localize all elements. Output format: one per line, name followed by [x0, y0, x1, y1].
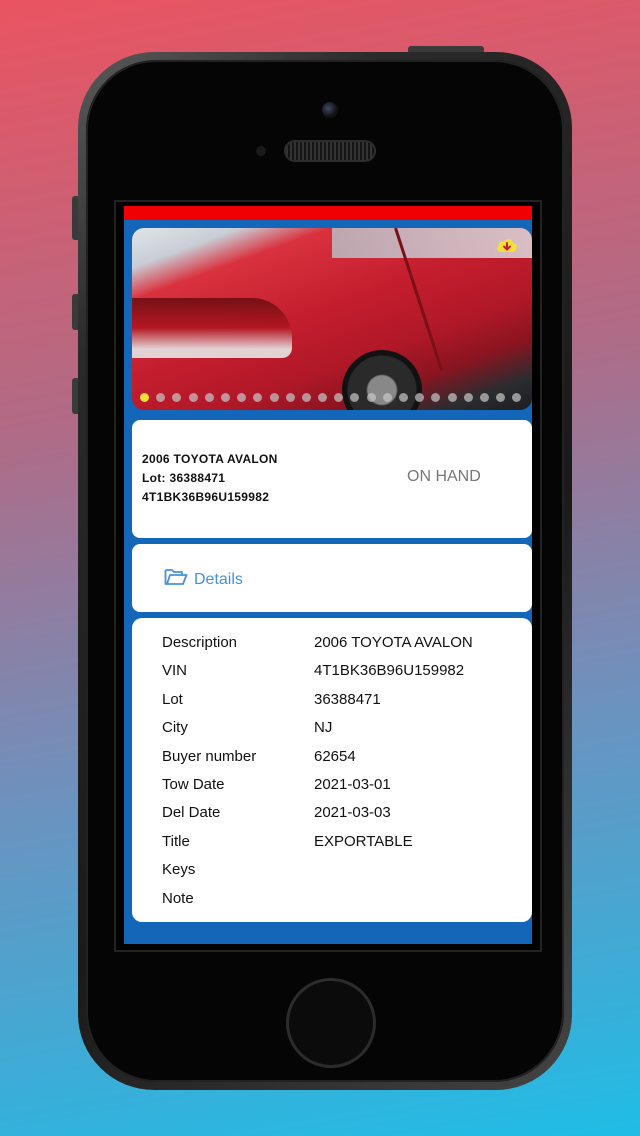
earpiece-speaker [284, 140, 376, 162]
gallery-dot[interactable] [253, 393, 263, 402]
gallery-dot[interactable] [172, 393, 182, 402]
gallery-dot[interactable] [156, 393, 166, 402]
detail-row: VIN 4T1BK36B96U159982 [162, 662, 522, 679]
gallery-pagination [140, 393, 522, 402]
gallery-dot[interactable] [204, 393, 214, 402]
gallery-dot[interactable] [512, 393, 522, 402]
vehicle-summary-lines: 2006 TOYOTA AVALON Lot: 36388471 4T1BK36… [142, 450, 278, 507]
detail-value [314, 861, 522, 878]
details-info-card: Description 2006 TOYOTA AVALON VIN 4T1BK36B… [132, 618, 532, 922]
cloud-download-icon[interactable] [494, 236, 520, 254]
gallery-dot[interactable] [285, 393, 295, 402]
gallery-dot[interactable] [220, 393, 230, 402]
vehicle-summary-card[interactable]: 2006 TOYOTA AVALON Lot: 36388471 4T1BK36… [132, 420, 532, 538]
gallery-dot[interactable] [318, 393, 328, 402]
detail-value: 2021-03-03 [314, 804, 391, 822]
gallery-dot[interactable] [350, 393, 360, 402]
detail-label: Tow Date [162, 776, 225, 793]
gallery-dot[interactable] [269, 393, 279, 402]
gallery-dot[interactable] [334, 393, 344, 402]
details-tab[interactable]: Details [164, 567, 243, 592]
detail-value: 36388471 [314, 690, 381, 708]
folder-open-icon [164, 567, 188, 592]
details-tab-card: Details [132, 544, 532, 612]
detail-value: 2006 TOYOTA AVALON [314, 634, 473, 651]
detail-row: Buyer number 62654 [162, 748, 522, 765]
vehicle-vin: 4T1BK36B96U159982 [142, 490, 270, 504]
detail-value: 2021-03-01 [314, 776, 391, 793]
app-content: 2006 TOYOTA AVALON Lot: 36388471 4T1BK36… [124, 206, 532, 944]
front-camera [322, 102, 338, 118]
gallery-dot[interactable] [140, 393, 149, 402]
detail-label: Title [162, 832, 190, 850]
gallery-dot[interactable] [188, 393, 198, 402]
status-badge: ON HAND [407, 468, 481, 485]
gallery-dot[interactable] [447, 393, 457, 402]
detail-row: Keys [162, 861, 522, 878]
phone-frame: 2006 TOYOTA AVALON Lot: 36388471 4T1BK36… [78, 52, 572, 1090]
car-photo-taillight [132, 298, 292, 358]
detail-value [314, 890, 522, 907]
detail-label: City [162, 719, 188, 737]
detail-label: Lot [162, 690, 183, 708]
detail-value: 4T1BK36B96U159982 [314, 662, 465, 680]
photo-gallery[interactable] [132, 228, 532, 410]
detail-value: 62654 [314, 747, 356, 765]
detail-row: Del Date 2021-03-03 [162, 804, 522, 821]
detail-row: Lot 36388471 [162, 691, 522, 708]
detail-label: Buyer number [162, 747, 257, 765]
detail-label: Del Date [162, 804, 221, 822]
detail-row: Tow Date 2021-03-01 [162, 776, 522, 793]
detail-row: Note [162, 890, 522, 907]
gallery-dot[interactable] [237, 393, 247, 402]
detail-row: Description 2006 TOYOTA AVALON [162, 634, 522, 651]
detail-value: NJ [314, 719, 333, 737]
gallery-dot[interactable] [415, 393, 425, 402]
detail-value: EXPORTABLE [314, 832, 413, 850]
gallery-dot[interactable] [399, 393, 408, 402]
gallery-dot[interactable] [366, 393, 376, 402]
gallery-dot[interactable] [382, 393, 392, 402]
gallery-dot[interactable] [431, 393, 441, 402]
header-bar [124, 206, 532, 220]
proximity-sensor [256, 146, 266, 156]
detail-row: Title EXPORTABLE [162, 833, 522, 850]
detail-label: Description [162, 634, 238, 651]
vehicle-lot: Lot: 36388471 [142, 471, 226, 485]
gallery-dot[interactable] [496, 393, 506, 402]
details-tab-label: Details [194, 570, 243, 588]
gallery-dot[interactable] [463, 393, 473, 402]
phone-body: 2006 TOYOTA AVALON Lot: 36388471 4T1BK36… [86, 60, 564, 1082]
gallery-dot[interactable] [479, 393, 489, 402]
gallery-dot[interactable] [301, 393, 311, 402]
detail-label: Keys [162, 861, 196, 879]
home-button[interactable] [286, 978, 376, 1068]
detail-label: VIN [162, 662, 188, 680]
detail-label: Note [162, 889, 194, 907]
phone-screen: 2006 TOYOTA AVALON Lot: 36388471 4T1BK36… [114, 200, 542, 952]
vehicle-title: 2006 TOYOTA AVALON [142, 452, 278, 466]
detail-row: City NJ [162, 719, 522, 736]
